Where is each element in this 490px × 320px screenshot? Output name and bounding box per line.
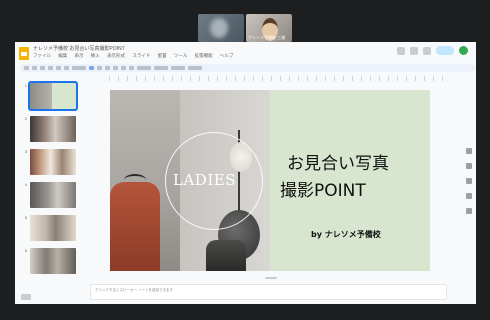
menu-help[interactable]: ヘルプ bbox=[220, 53, 234, 58]
background-button[interactable] bbox=[137, 66, 151, 70]
zoom-select[interactable] bbox=[72, 66, 86, 70]
tasks-icon[interactable] bbox=[466, 178, 472, 184]
thumbnail-image bbox=[30, 182, 76, 208]
thumbnail-image bbox=[28, 81, 78, 111]
slide-number: 3 bbox=[24, 149, 27, 154]
select-tool-icon[interactable] bbox=[89, 66, 94, 70]
theme-button[interactable] bbox=[171, 66, 185, 70]
ladies-badge: LADIES bbox=[173, 171, 236, 189]
layout-button[interactable] bbox=[154, 66, 168, 70]
comment-add-icon[interactable] bbox=[129, 66, 134, 70]
slides-logo-icon[interactable] bbox=[19, 47, 29, 60]
toolbar bbox=[20, 64, 475, 72]
horizontal-ruler[interactable] bbox=[109, 76, 449, 81]
slide-number: 2 bbox=[24, 116, 27, 121]
search-menu-icon[interactable] bbox=[24, 66, 29, 70]
menu-format[interactable]: 表示形式 bbox=[107, 53, 125, 58]
participant-name: ナレソメ予備校 三浦 bbox=[248, 35, 286, 40]
thumbnail-image bbox=[30, 248, 76, 274]
slide-thumbnail-4[interactable]: 4 bbox=[19, 182, 79, 210]
menu-bar: ファイル 編集 表示 挿入 表示形式 スライド 配置 ツール 拡張機能 ヘルプ bbox=[33, 53, 239, 59]
slideshow-icon[interactable] bbox=[423, 46, 431, 55]
thumbnail-image bbox=[30, 215, 76, 241]
share-button[interactable] bbox=[436, 46, 454, 55]
speaker-notes[interactable]: クリックするとスピーカー ノートを追加できます bbox=[90, 284, 447, 300]
text-box-icon[interactable] bbox=[97, 66, 102, 70]
thumbnail-image bbox=[30, 116, 76, 142]
maps-icon[interactable] bbox=[466, 208, 472, 214]
menu-insert[interactable]: 挿入 bbox=[91, 53, 100, 58]
slide-title-line2: 撮影POINT bbox=[280, 181, 366, 201]
comment-icon[interactable] bbox=[410, 46, 418, 55]
shape-icon[interactable] bbox=[113, 66, 118, 70]
photo-stand bbox=[206, 240, 246, 271]
menu-extensions[interactable]: 拡張機能 bbox=[195, 53, 213, 58]
slide-number: 1 bbox=[24, 83, 27, 88]
new-slide-icon[interactable] bbox=[32, 66, 37, 70]
paint-format-icon[interactable] bbox=[64, 66, 69, 70]
menu-tools[interactable]: ツール bbox=[174, 53, 188, 58]
side-panel bbox=[462, 76, 476, 304]
menu-view[interactable]: 表示 bbox=[75, 53, 84, 58]
participant-avatar bbox=[210, 18, 228, 38]
account-avatar[interactable] bbox=[459, 46, 468, 55]
slide-filmstrip: 1 2 3 4 5 6 bbox=[15, 76, 83, 304]
slide-thumbnail-5[interactable]: 5 bbox=[19, 215, 79, 243]
redo-icon[interactable] bbox=[48, 66, 53, 70]
print-icon[interactable] bbox=[56, 66, 61, 70]
slide-number: 4 bbox=[24, 182, 27, 187]
slide-thumbnail-1[interactable]: 1 bbox=[19, 81, 79, 111]
photo-coat bbox=[110, 182, 160, 271]
slide-byline: by ナレソメ予備校 bbox=[311, 230, 381, 239]
image-icon[interactable] bbox=[105, 66, 110, 70]
transition-button[interactable] bbox=[188, 66, 202, 70]
history-icon[interactable] bbox=[397, 46, 405, 55]
slide-canvas[interactable]: LADIES お見合い写真 撮影POINT by ナレソメ予備校 bbox=[110, 90, 430, 271]
menu-edit[interactable]: 編集 bbox=[58, 53, 67, 58]
grid-view-icon[interactable] bbox=[21, 294, 31, 300]
speaker-notes-placeholder: クリックするとスピーカー ノートを追加できます bbox=[95, 288, 173, 292]
top-actions bbox=[397, 46, 468, 55]
slide-title-line1: お見合い写真 bbox=[287, 154, 389, 174]
keep-icon[interactable] bbox=[466, 163, 472, 169]
undo-icon[interactable] bbox=[40, 66, 45, 70]
slide-number: 5 bbox=[24, 215, 27, 220]
slide-thumbnail-3[interactable]: 3 bbox=[19, 149, 79, 177]
slide-thumbnail-6[interactable]: 6 bbox=[19, 248, 79, 276]
shared-screen: ナレソメ予備校 お見合い写真撮影POINT ファイル 編集 表示 挿入 表示形式… bbox=[15, 42, 476, 304]
menu-file[interactable]: ファイル bbox=[33, 53, 51, 58]
thumbnail-image bbox=[30, 149, 76, 175]
line-icon[interactable] bbox=[121, 66, 126, 70]
notes-resize-handle[interactable] bbox=[265, 277, 277, 279]
menu-arrange[interactable]: 配置 bbox=[158, 53, 167, 58]
participant-tile-blurred[interactable] bbox=[198, 14, 244, 42]
slide-thumbnail-2[interactable]: 2 bbox=[19, 116, 79, 144]
slide-number: 6 bbox=[24, 248, 27, 253]
document-title[interactable]: ナレソメ予備校 お見合い写真撮影POINT bbox=[33, 45, 125, 52]
participant-tile[interactable]: ナレソメ予備校 三浦 bbox=[246, 14, 292, 42]
calendar-icon[interactable] bbox=[466, 148, 472, 154]
menu-slide[interactable]: スライド bbox=[132, 53, 150, 58]
contacts-icon[interactable] bbox=[466, 193, 472, 199]
